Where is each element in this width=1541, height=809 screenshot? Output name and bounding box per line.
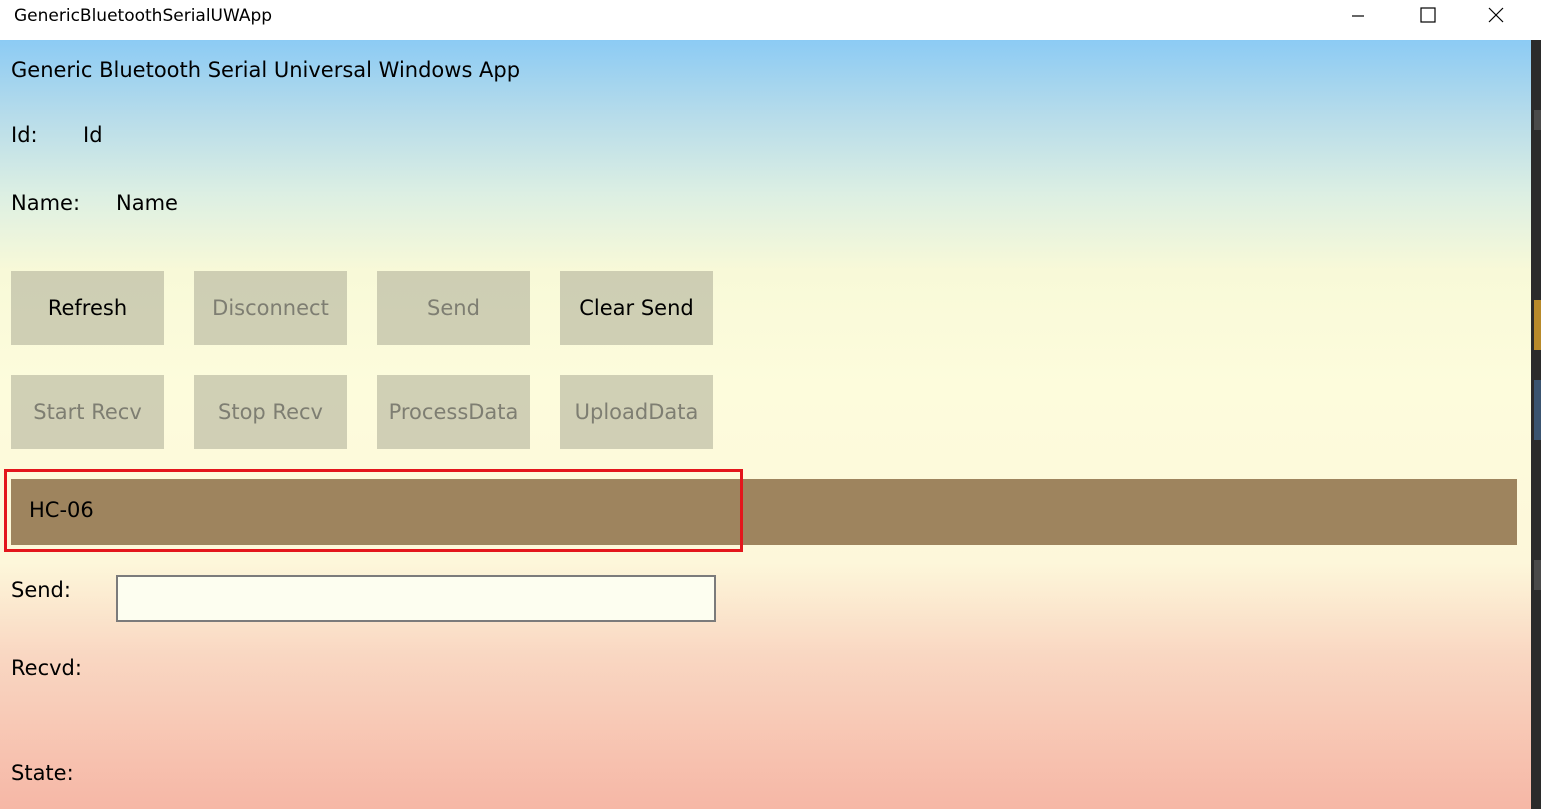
stop-recv-button[interactable]: Stop Recv	[194, 375, 347, 449]
id-label: Id:	[11, 123, 38, 147]
app-title: Generic Bluetooth Serial Universal Windo…	[11, 58, 521, 82]
send-input[interactable]	[116, 575, 716, 622]
title-bar: GenericBluetoothSerialUWApp	[0, 0, 1531, 38]
close-icon	[1488, 7, 1504, 27]
recvd-label: Recvd:	[11, 656, 82, 680]
close-button[interactable]	[1461, 0, 1531, 34]
maximize-button[interactable]	[1393, 0, 1463, 34]
minimize-icon	[1351, 8, 1365, 27]
maximize-icon	[1420, 7, 1436, 27]
start-recv-button[interactable]: Start Recv	[11, 375, 164, 449]
window-title: GenericBluetoothSerialUWApp	[14, 6, 273, 26]
name-label: Name:	[11, 191, 81, 215]
background-window-edge	[1531, 0, 1541, 809]
selection-highlight	[4, 469, 743, 552]
name-value: Name	[116, 191, 178, 215]
minimize-button[interactable]	[1323, 0, 1393, 34]
process-data-button[interactable]: ProcessData	[377, 375, 530, 449]
send-button[interactable]: Send	[377, 271, 530, 345]
disconnect-button[interactable]: Disconnect	[194, 271, 347, 345]
clear-send-button[interactable]: Clear Send	[560, 271, 713, 345]
send-label: Send:	[11, 578, 71, 602]
refresh-button[interactable]: Refresh	[11, 271, 164, 345]
state-label: State:	[11, 761, 74, 785]
upload-data-button[interactable]: UploadData	[560, 375, 713, 449]
app-content: Generic Bluetooth Serial Universal Windo…	[0, 40, 1531, 809]
id-value: Id	[83, 123, 103, 147]
